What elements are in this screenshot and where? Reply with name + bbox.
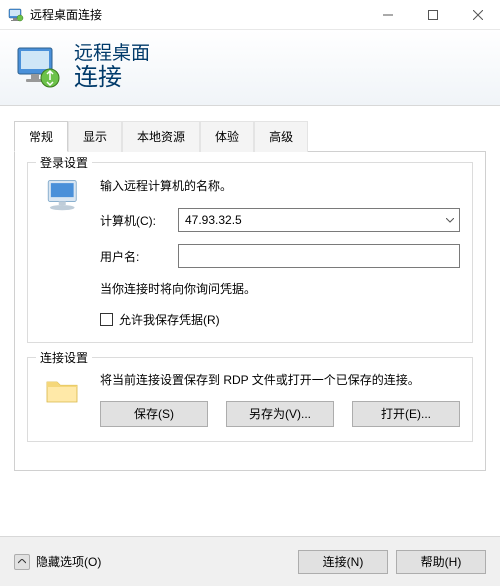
header: 远程桌面 连接 bbox=[0, 30, 500, 106]
username-label: 用户名: bbox=[100, 248, 178, 265]
computer-label: 计算机(C): bbox=[100, 212, 178, 229]
connection-settings-group: 连接设置 将当前连接设置保存到 RDP 文件或打开一个已保存的连接。 保存(S)… bbox=[27, 357, 473, 442]
folder-icon bbox=[40, 372, 88, 427]
tab-panel: 登录设置 输入远程计算机的名称。 计算机(C): bbox=[14, 152, 486, 471]
save-as-button[interactable]: 另存为(V)... bbox=[226, 401, 334, 427]
window-controls bbox=[365, 0, 500, 29]
username-input[interactable] bbox=[178, 244, 460, 268]
chevron-up-icon bbox=[14, 554, 30, 570]
save-credentials-row[interactable]: 允许我保存凭据(R) bbox=[100, 311, 460, 328]
username-row: 用户名: bbox=[100, 244, 460, 268]
computer-icon bbox=[40, 177, 88, 328]
login-settings-group: 登录设置 输入远程计算机的名称。 计算机(C): bbox=[27, 162, 473, 343]
close-button[interactable] bbox=[455, 0, 500, 29]
maximize-button[interactable] bbox=[410, 0, 455, 29]
connection-settings-legend: 连接设置 bbox=[36, 349, 92, 366]
footer-buttons: 连接(N) 帮助(H) bbox=[298, 550, 486, 574]
computer-row: 计算机(C): bbox=[100, 208, 460, 232]
open-button[interactable]: 打开(E)... bbox=[352, 401, 460, 427]
help-button[interactable]: 帮助(H) bbox=[396, 550, 486, 574]
footer: 隐藏选项(O) 连接(N) 帮助(H) bbox=[0, 536, 500, 586]
content-area: 常规 显示 本地资源 体验 高级 登录设置 输入远程计算机的名称。 bbox=[0, 106, 500, 471]
header-line1: 远程桌面 bbox=[74, 44, 150, 65]
tab-advanced[interactable]: 高级 bbox=[254, 121, 308, 152]
tab-local-resources[interactable]: 本地资源 bbox=[122, 121, 200, 152]
computer-combobox[interactable] bbox=[178, 208, 460, 232]
rdp-large-icon bbox=[14, 44, 62, 92]
hide-options-label: 隐藏选项(O) bbox=[36, 553, 101, 570]
connection-text: 将当前连接设置保存到 RDP 文件或打开一个已保存的连接。 bbox=[100, 372, 460, 389]
credentials-note: 当你连接时将向你询问凭据。 bbox=[100, 280, 460, 297]
rdp-app-icon bbox=[8, 7, 24, 23]
tab-display[interactable]: 显示 bbox=[68, 121, 122, 152]
minimize-button[interactable] bbox=[365, 0, 410, 29]
save-credentials-label: 允许我保存凭据(R) bbox=[119, 311, 220, 328]
computer-dropdown-button[interactable] bbox=[441, 209, 459, 231]
tab-experience[interactable]: 体验 bbox=[200, 121, 254, 152]
hide-options-toggle[interactable]: 隐藏选项(O) bbox=[14, 553, 101, 570]
tabs: 常规 显示 本地资源 体验 高级 bbox=[14, 120, 486, 152]
chevron-down-icon bbox=[446, 218, 454, 223]
login-settings-legend: 登录设置 bbox=[36, 154, 92, 171]
save-button[interactable]: 保存(S) bbox=[100, 401, 208, 427]
connection-buttons: 保存(S) 另存为(V)... 打开(E)... bbox=[100, 401, 460, 427]
connect-button[interactable]: 连接(N) bbox=[298, 550, 388, 574]
titlebar: 远程桌面连接 bbox=[0, 0, 500, 30]
titlebar-title: 远程桌面连接 bbox=[30, 6, 365, 23]
header-text: 远程桌面 连接 bbox=[74, 44, 150, 91]
computer-input[interactable] bbox=[179, 209, 441, 231]
header-line2: 连接 bbox=[74, 65, 150, 91]
save-credentials-checkbox[interactable] bbox=[100, 313, 113, 326]
tab-general[interactable]: 常规 bbox=[14, 121, 68, 152]
login-prompt: 输入远程计算机的名称。 bbox=[100, 177, 460, 194]
